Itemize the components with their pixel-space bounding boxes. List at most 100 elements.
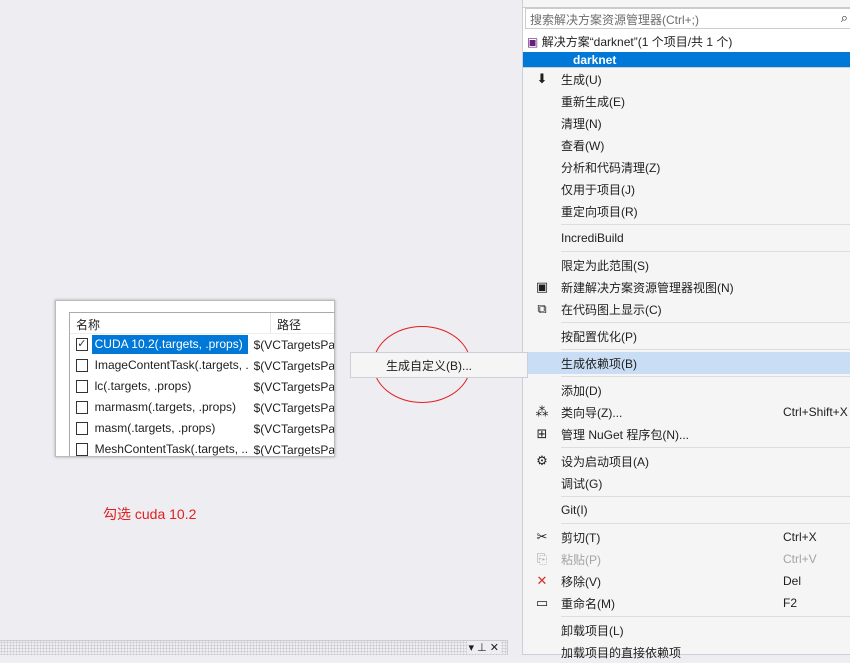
checkbox[interactable] <box>76 359 88 372</box>
build-customizations-dialog: 名称 路径 ✓ CUDA 10.2(.targets, .props) $(VCTar… <box>55 300 335 457</box>
project-node[interactable]: darknet <box>523 52 850 68</box>
menu-item[interactable]: ▣ 新建解决方案资源管理器视图(N) <box>523 276 850 298</box>
search-placeholder: 搜索解决方案资源管理器(Ctrl+;) <box>530 13 699 27</box>
rename-icon: ▭ <box>535 595 549 610</box>
gear-icon: ⚙ <box>536 453 548 468</box>
solution-label: 解决方案“darknet”(1 个项目/共 1 个) <box>541 35 733 49</box>
pin-icon[interactable]: ⊥ <box>477 642 487 654</box>
list-item[interactable]: ImageContentTask(.targets, .... $(VCTarge… <box>70 355 335 376</box>
submenu-label: 生成自定义(B)... <box>386 359 472 373</box>
menu-item-label: 新建解决方案资源管理器视图(N) <box>561 280 734 295</box>
menu-item-label: 重命名(M) <box>561 596 615 611</box>
menu-item[interactable]: ⁂ 类向导(Z)... Ctrl+Shift+X <box>523 401 850 423</box>
menu-item[interactable]: 重新生成(E) <box>523 90 850 112</box>
list-item[interactable]: marmasm(.targets, .props) $(VCTargetsPath… <box>70 397 335 418</box>
menu-item-label: 生成(U) <box>561 72 602 87</box>
item-name: CUDA 10.2(.targets, .props) <box>91 335 248 354</box>
menu-item-label: 管理 NuGet 程序包(N)... <box>561 427 690 442</box>
menu-item-shortcut: Ctrl+Shift+X <box>783 405 848 419</box>
customization-list: 名称 路径 ✓ CUDA 10.2(.targets, .props) $(VCTar… <box>69 312 335 457</box>
menu-item-label: Git(I) <box>561 503 588 517</box>
menu-item[interactable]: 限定为此范围(S) <box>523 254 850 276</box>
menu-item-shortcut: Ctrl+X <box>783 530 817 544</box>
toolbar <box>523 0 850 8</box>
menu-item[interactable]: ▭ 重命名(M) F2 <box>523 592 850 614</box>
code-map-icon: ⧉ <box>537 301 547 316</box>
menu-item-label: 限定为此范围(S) <box>561 258 649 273</box>
item-name: masm(.targets, .props) <box>94 421 216 435</box>
menu-item[interactable]: 加载项目的直接依赖项 <box>523 641 850 663</box>
search-input[interactable]: 搜索解决方案资源管理器(Ctrl+;) ⌕ <box>525 8 850 29</box>
menu-item[interactable]: 卸载项目(L) <box>523 619 850 641</box>
checkbox[interactable] <box>76 443 88 456</box>
search-icon[interactable]: ⌕ <box>841 10 848 26</box>
menu-item-label: 在代码图上显示(C) <box>561 302 662 317</box>
menu-item-shortcut: F2 <box>783 596 798 610</box>
menu-item[interactable]: 生成依赖项(B) <box>523 352 850 374</box>
menu-item-label: 查看(W) <box>561 138 605 153</box>
menu-item[interactable]: 调试(G) <box>523 472 850 494</box>
menu-item-label: 生成依赖项(B) <box>561 356 637 371</box>
menu-item[interactable]: ✂ 剪切(T) Ctrl+X <box>523 526 850 548</box>
menu-item[interactable]: 添加(D) <box>523 379 850 401</box>
solution-node[interactable]: ▣ 解决方案“darknet”(1 个项目/共 1 个) <box>527 33 732 50</box>
menu-item[interactable]: ⚙ 设为启动项目(A) <box>523 450 850 472</box>
checkbox[interactable] <box>76 380 88 393</box>
list-item[interactable]: MeshContentTask(.targets, .... $(VCTarget… <box>70 439 335 457</box>
menu-item[interactable]: 分析和代码清理(Z) <box>523 156 850 178</box>
new-view-icon: ▣ <box>535 279 549 294</box>
menu-item[interactable]: 查看(W) <box>523 134 850 156</box>
column-header-name[interactable]: 名称 <box>70 313 271 333</box>
menu-item-label: 设为启动项目(A) <box>561 454 649 469</box>
menu-item-label: 移除(V) <box>561 574 601 589</box>
project-label: darknet <box>573 53 617 67</box>
menu-item-label: IncrediBuild <box>561 231 624 245</box>
menu-item-label: 调试(G) <box>561 476 603 491</box>
item-path: $(VCTargetsPath) <box>253 358 335 373</box>
item-path: $(VCTargetsPath) <box>253 337 335 352</box>
list-item[interactable]: lc(.targets, .props) $(VCTargetsPath) <box>70 376 335 397</box>
menu-item-label: 清理(N) <box>561 116 602 131</box>
menu-item[interactable]: ⊞ 管理 NuGet 程序包(N)... <box>523 423 850 445</box>
item-name: MeshContentTask(.targets, .... <box>94 442 248 456</box>
menu-item[interactable]: IncrediBuild <box>523 227 850 249</box>
solution-icon: ▣ <box>527 35 539 49</box>
paste-icon: ⎘ <box>536 551 548 566</box>
checkbox[interactable]: ✓ <box>76 338 88 351</box>
annotation-text: 勾选 cuda 10.2 <box>103 506 197 522</box>
menu-item-label: 按配置优化(P) <box>561 329 637 344</box>
build-icon: ⬇ <box>536 71 548 86</box>
item-path: $(VCTargetsPath) <box>253 421 335 436</box>
menu-item[interactable]: 仅用于项目(J) <box>523 178 850 200</box>
dropdown-icon[interactable]: ▾ <box>469 642 475 654</box>
column-header-path[interactable]: 路径 <box>271 313 307 333</box>
item-name: lc(.targets, .props) <box>94 379 192 393</box>
menu-item-label: 加载项目的直接依赖项 <box>561 645 682 660</box>
item-path: $(VCTargetsPath) <box>253 442 335 457</box>
class-wizard-icon: ⁂ <box>535 404 549 419</box>
menu-item[interactable]: 重定向项目(R) <box>523 200 850 222</box>
menu-item-label: 仅用于项目(J) <box>561 182 635 197</box>
checkbox[interactable] <box>76 401 88 414</box>
item-name: ImageContentTask(.targets, .... <box>94 358 248 372</box>
menu-item[interactable]: 清理(N) <box>523 112 850 134</box>
item-path: $(VCTargetsPath) <box>253 379 335 394</box>
list-item[interactable]: ✓ CUDA 10.2(.targets, .props) $(VCTargetsP… <box>70 334 335 355</box>
menu-item-label: 重定向项目(R) <box>561 204 638 219</box>
close-icon[interactable]: ✕ <box>490 642 499 654</box>
menu-item[interactable]: ✕ 移除(V) Del <box>523 570 850 592</box>
menu-item[interactable]: 按配置优化(P) <box>523 325 850 347</box>
context-menu: ⬇ 生成(U) 重新生成(E) 清理(N) 查看(W) 分析和代码清理(Z) 仅用于项目(J… <box>522 67 850 660</box>
remove-icon: ✕ <box>536 573 548 588</box>
checkbox[interactable] <box>76 422 88 435</box>
item-path: $(VCTargetsPath) <box>253 400 335 415</box>
menu-item[interactable]: ⧉ 在代码图上显示(C) <box>523 298 850 320</box>
bottom-panel-titlebar: ▾ ⊥ ✕ <box>0 640 508 655</box>
menu-item[interactable]: ⬇ 生成(U) <box>523 68 850 90</box>
list-item[interactable]: masm(.targets, .props) $(VCTargetsPath) <box>70 418 335 439</box>
menu-item[interactable]: ⎘ 粘贴(P) Ctrl+V <box>523 548 850 570</box>
nuget-icon: ⊞ <box>536 426 548 441</box>
menu-item[interactable]: Git(I) <box>523 499 850 521</box>
submenu-build-customizations[interactable]: 生成自定义(B)... <box>350 352 528 378</box>
item-name: marmasm(.targets, .props) <box>94 400 236 414</box>
